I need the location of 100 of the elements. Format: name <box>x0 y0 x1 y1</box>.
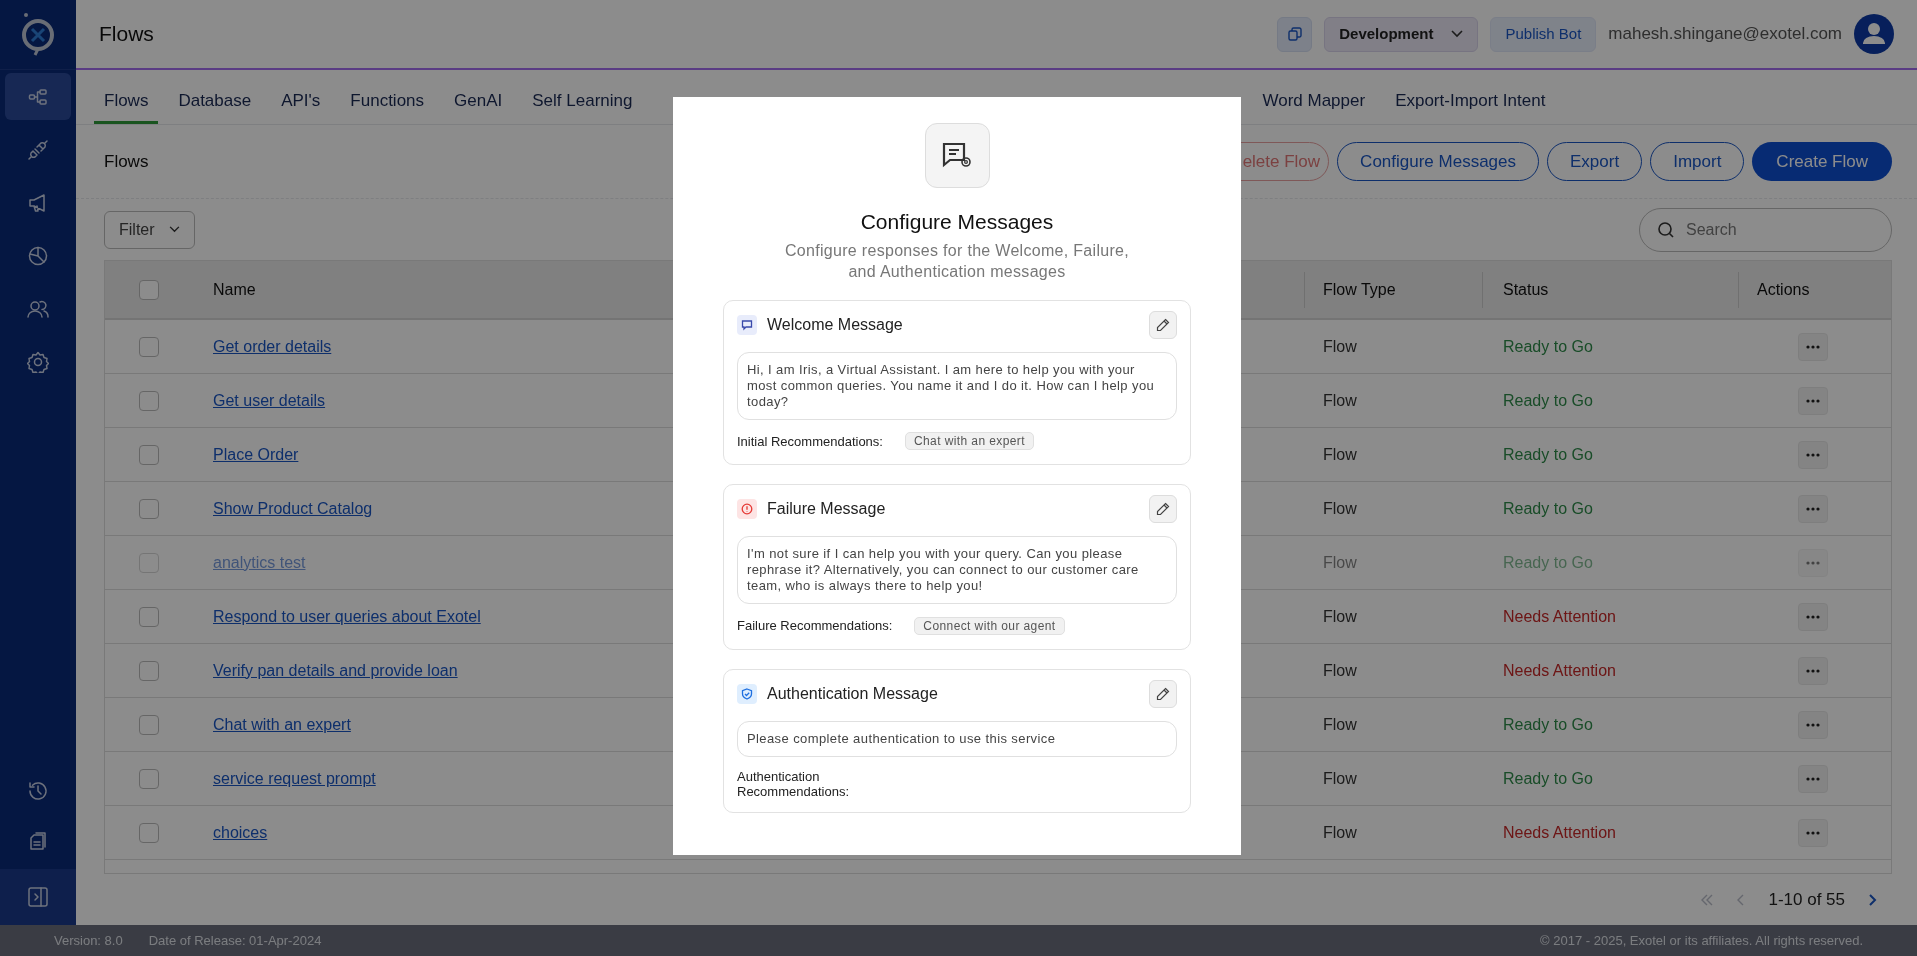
section-title: Flows <box>104 150 149 173</box>
more-actions-button[interactable] <box>1798 602 1828 631</box>
more-icon <box>1806 776 1820 781</box>
modal-subtitle: Configure responses for the Welcome, Failure, and Authentication messages <box>784 240 1130 282</box>
table-cell: Flow <box>1323 445 1357 463</box>
flow-name-link[interactable]: choices <box>213 823 268 841</box>
chevron-down-icon <box>168 226 180 233</box>
page-title: Flows <box>99 21 154 48</box>
more-actions-button[interactable] <box>1798 440 1828 469</box>
table-cell: Flow <box>1323 715 1357 733</box>
row-checkbox[interactable] <box>139 444 159 465</box>
user-avatar-icon[interactable] <box>1854 14 1894 54</box>
pencil-icon <box>1156 686 1170 701</box>
card-title: Failure Message <box>767 499 886 519</box>
status-text: Ready to Go <box>1503 337 1593 355</box>
card-title: Authentication Message <box>767 683 938 704</box>
tab[interactable]: Self Learning <box>522 80 643 124</box>
more-actions-button[interactable] <box>1798 386 1828 415</box>
modal-title: Configure Messages <box>860 209 1054 235</box>
more-icon <box>1806 668 1820 673</box>
status-text: Needs Attention <box>1503 607 1616 625</box>
table-cell: Flow <box>1323 769 1357 787</box>
flow-name-link[interactable]: service request prompt <box>213 769 376 787</box>
tab[interactable]: API's <box>271 80 331 124</box>
next-page-icon[interactable] <box>1867 892 1877 907</box>
edit-button[interactable] <box>1149 679 1177 708</box>
select-all-checkbox[interactable] <box>139 279 159 300</box>
logo-icon[interactable] <box>21 11 55 58</box>
table-cell: Flow <box>1323 607 1357 625</box>
environment-dropdown[interactable]: Development <box>1324 16 1479 52</box>
row-checkbox[interactable] <box>139 822 159 843</box>
tab[interactable]: Word Mapper <box>1252 80 1376 124</box>
more-actions-button[interactable] <box>1798 494 1828 523</box>
sidebar-item[interactable] <box>5 73 71 120</box>
copy-button[interactable] <box>1277 16 1313 52</box>
row-checkbox[interactable] <box>139 660 159 681</box>
row-checkbox[interactable] <box>139 606 159 627</box>
first-page-icon[interactable] <box>1700 892 1715 907</box>
status-text: Ready to Go <box>1503 553 1593 571</box>
more-actions-button[interactable] <box>1798 332 1828 361</box>
status-text: Ready to Go <box>1503 391 1593 409</box>
tab[interactable]: GenAI <box>444 80 513 124</box>
more-actions-button[interactable] <box>1798 710 1828 739</box>
column-header: Flow Type <box>1304 271 1482 308</box>
recommendations-label: Initial Recommendations: <box>737 432 883 451</box>
column-header: Status <box>1482 271 1738 308</box>
recommendation-chip[interactable]: Chat with an expert <box>904 432 1034 451</box>
edit-button[interactable] <box>1149 310 1177 339</box>
edit-button[interactable] <box>1149 495 1177 523</box>
message-text: Hi, I am Iris, a Virtual Assistant. I am here to help you with your most common queries. You name it and I do it. How can I help you today? <box>737 351 1177 420</box>
row-checkbox[interactable] <box>139 714 159 735</box>
copyright-text: © 2017 - 2025, Exotel or its affiliates. All rights reserved. <box>1540 931 1863 950</box>
flow-name-link[interactable]: Get user details <box>213 391 326 409</box>
row-checkbox[interactable] <box>139 498 159 519</box>
copy-icon <box>1286 26 1303 42</box>
tab[interactable]: Functions <box>340 80 435 124</box>
row-checkbox[interactable] <box>139 768 159 789</box>
version-text: Version: 8.0 <box>54 931 123 950</box>
table-cell: Flow <box>1323 553 1357 571</box>
status-text: Needs Attention <box>1503 823 1616 841</box>
release-date-text: Date of Release: 01-Apr-2024 <box>148 931 322 950</box>
tab[interactable]: Database <box>168 80 262 124</box>
status-text: Ready to Go <box>1503 499 1593 517</box>
publish-bot-button[interactable]: Publish Bot <box>1490 16 1597 52</box>
history-icon <box>27 780 49 802</box>
tab[interactable]: Export-Import Intent <box>1385 80 1556 124</box>
card-title: Welcome Message <box>767 314 903 335</box>
more-icon <box>1806 398 1820 403</box>
recommendations-label: Failure Recommendations: <box>737 617 893 635</box>
flow-name-link[interactable]: Chat with an expert <box>213 715 351 733</box>
flow-name-link[interactable]: Get order details <box>213 337 332 355</box>
more-icon <box>1806 452 1820 457</box>
flow-name-link[interactable]: Show Product Catalog <box>213 499 373 517</box>
row-checkbox[interactable] <box>139 390 159 411</box>
filter-dropdown[interactable]: Filter <box>104 210 195 249</box>
more-icon <box>1806 614 1820 619</box>
user-email: mahesh.shingane@exotel.com <box>1608 23 1842 46</box>
more-icon <box>1806 722 1820 727</box>
more-actions-button[interactable] <box>1798 656 1828 685</box>
flow-name-link[interactable]: Place Order <box>213 445 299 463</box>
plug-icon <box>27 138 49 161</box>
settings-icon <box>27 350 49 373</box>
flow-nodes-icon <box>28 86 48 107</box>
flow-name-link[interactable]: Respond to user queries about Exotel <box>213 607 481 625</box>
flow-name-link[interactable]: Verify pan details and provide loan <box>213 661 458 679</box>
table-cell: Flow <box>1323 337 1357 355</box>
tab[interactable]: Flows <box>94 80 159 124</box>
more-icon <box>1806 830 1820 835</box>
more-actions-button[interactable] <box>1798 764 1828 793</box>
search-field[interactable]: Search <box>1639 207 1892 252</box>
pencil-icon <box>1156 317 1170 332</box>
row-checkbox[interactable] <box>139 336 159 357</box>
more-actions-button[interactable] <box>1798 818 1828 847</box>
message-text: Please complete authentication to use this service <box>737 720 1177 757</box>
recommendation-chip[interactable]: Connect with our agent <box>914 616 1065 635</box>
collapse-sidebar-button[interactable] <box>0 869 76 925</box>
column-header: Actions <box>1738 271 1891 308</box>
recommendations-label: Authentication Recommendations: <box>737 768 847 799</box>
create-button[interactable]: Create Flow <box>1752 142 1892 181</box>
search-icon <box>1657 220 1675 239</box>
